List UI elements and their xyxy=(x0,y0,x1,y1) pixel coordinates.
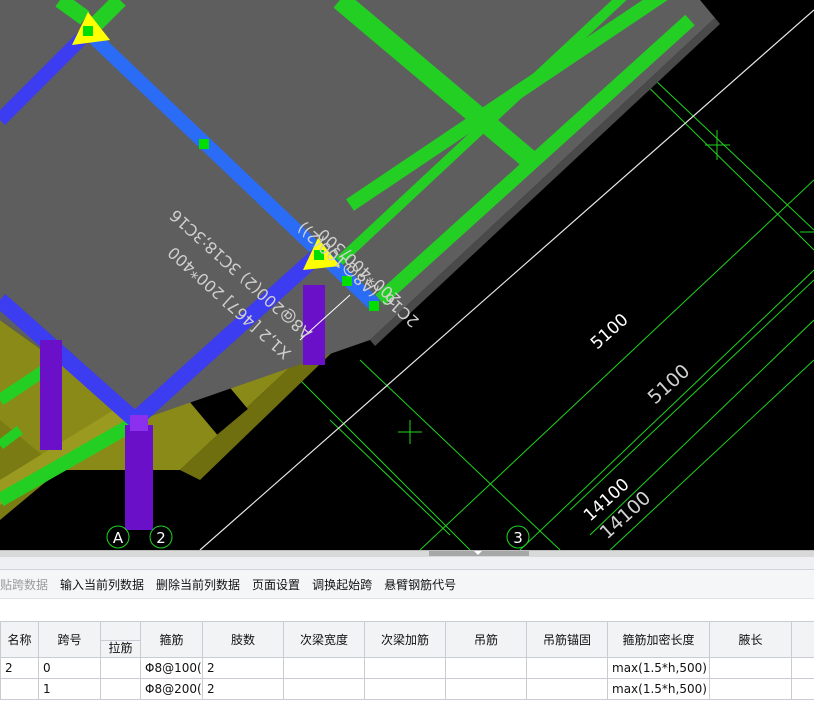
cell-secondary-beam-width[interactable] xyxy=(283,657,365,679)
cell-span-no[interactable]: 1 xyxy=(38,678,101,700)
slab xyxy=(0,0,720,420)
axis-label-2: 2 xyxy=(156,529,166,547)
col-header-hanger-bar[interactable]: 吊筋 xyxy=(445,621,527,658)
span-data-table: 名称 跨号 拉筋 箍筋 肢数 次梁宽度 次梁加筋 吊筋 吊筋锚固 箍筋加密长度 … xyxy=(0,621,814,700)
cell-extra xyxy=(791,678,814,700)
swap-start-span-button[interactable]: 调换起始跨 xyxy=(306,576,378,593)
cell-stirrup[interactable]: Φ8@100( xyxy=(140,657,203,679)
input-current-column-data-button[interactable]: 输入当前列数据 xyxy=(54,576,150,593)
col-header-secondary-beam-rebar[interactable]: 次梁加筋 xyxy=(364,621,446,658)
col-header-legs[interactable]: 肢数 xyxy=(202,621,284,658)
span-input-panel: 贴跨数据 输入当前列数据 删除当前列数据 页面设置 调换起始跨 悬臂钢筋代号 名… xyxy=(0,557,814,722)
col-header-hanger-anchorage[interactable]: 吊筋锚固 xyxy=(526,621,608,658)
col-header-extra xyxy=(791,621,814,658)
delete-current-column-data-button[interactable]: 删除当前列数据 xyxy=(150,576,246,593)
cad-canvas[interactable]: X1,2 [467] 200*400 A8@200(2) 3C18;3C16 2… xyxy=(0,0,814,550)
panel-toolbar: 贴跨数据 输入当前列数据 删除当前列数据 页面设置 调换起始跨 悬臂钢筋代号 xyxy=(0,570,814,599)
axis-label-3: 3 xyxy=(513,529,523,547)
cell-hanger-anchorage[interactable] xyxy=(526,657,608,679)
cell-stirrup[interactable]: Φ8@200( xyxy=(140,678,203,700)
col-header-tie-bar-label: 拉筋 xyxy=(101,640,140,656)
axis-label-A: A xyxy=(113,529,124,547)
collapse-arrow-icon[interactable] xyxy=(474,551,482,555)
panel-splitter[interactable] xyxy=(0,550,814,557)
table-header-row: 名称 跨号 拉筋 箍筋 肢数 次梁宽度 次梁加筋 吊筋 吊筋锚固 箍筋加密长度 … xyxy=(0,621,814,658)
cantilever-rebar-code-button[interactable]: 悬臂钢筋代号 xyxy=(378,576,462,593)
page-settings-button[interactable]: 页面设置 xyxy=(246,576,306,593)
col-header-name[interactable]: 名称 xyxy=(0,621,39,658)
cell-span-no[interactable]: 0 xyxy=(38,657,101,679)
cell-web-length[interactable] xyxy=(709,657,792,679)
col-header-secondary-beam-width[interactable]: 次梁宽度 xyxy=(283,621,365,658)
cell-stirrup-densify-length[interactable]: max(1.5*h,500) xyxy=(607,678,710,700)
panel-header xyxy=(0,557,814,570)
col-header-stirrup[interactable]: 箍筋 xyxy=(140,621,203,658)
cell-tie-bar[interactable] xyxy=(100,678,141,700)
cell-name[interactable]: 2 xyxy=(0,657,39,679)
table-row[interactable]: 2 0 Φ8@100( 2 max(1.5*h,500) xyxy=(0,657,814,679)
cell-hanger-bar[interactable] xyxy=(445,657,527,679)
dimension-5100-a: 5100 xyxy=(587,310,633,354)
paste-span-data-button[interactable]: 贴跨数据 xyxy=(0,576,54,593)
col-header-web-length[interactable]: 腋长 xyxy=(709,621,792,658)
cell-secondary-beam-rebar[interactable] xyxy=(364,678,446,700)
cell-secondary-beam-rebar[interactable] xyxy=(364,657,446,679)
cell-web-length[interactable] xyxy=(709,678,792,700)
cell-name[interactable] xyxy=(0,678,39,700)
dimension-5100-b: 5100 xyxy=(644,360,695,409)
cell-extra xyxy=(791,657,814,679)
col-header-stirrup-densify-length[interactable]: 箍筋加密长度 xyxy=(607,621,710,658)
cell-secondary-beam-width[interactable] xyxy=(283,678,365,700)
cell-hanger-anchorage[interactable] xyxy=(526,678,608,700)
table-row[interactable]: 1 Φ8@200( 2 max(1.5*h,500) xyxy=(0,678,814,700)
col-header-tie-bar[interactable]: 拉筋 xyxy=(100,621,141,658)
cell-tie-bar[interactable] xyxy=(100,657,141,679)
cell-legs[interactable]: 2 xyxy=(202,657,284,679)
cell-hanger-bar[interactable] xyxy=(445,678,527,700)
cell-legs[interactable]: 2 xyxy=(202,678,284,700)
dimension-texts: 5100 5100 14100 14100 xyxy=(580,310,694,544)
axis-bubbles: A 2 3 xyxy=(106,525,530,549)
cell-stirrup-densify-length[interactable]: max(1.5*h,500) xyxy=(607,657,710,679)
col-header-span-no[interactable]: 跨号 xyxy=(38,621,101,658)
cad-viewport[interactable]: X1,2 [467] 200*400 A8@200(2) 3C18;3C16 2… xyxy=(0,0,814,550)
